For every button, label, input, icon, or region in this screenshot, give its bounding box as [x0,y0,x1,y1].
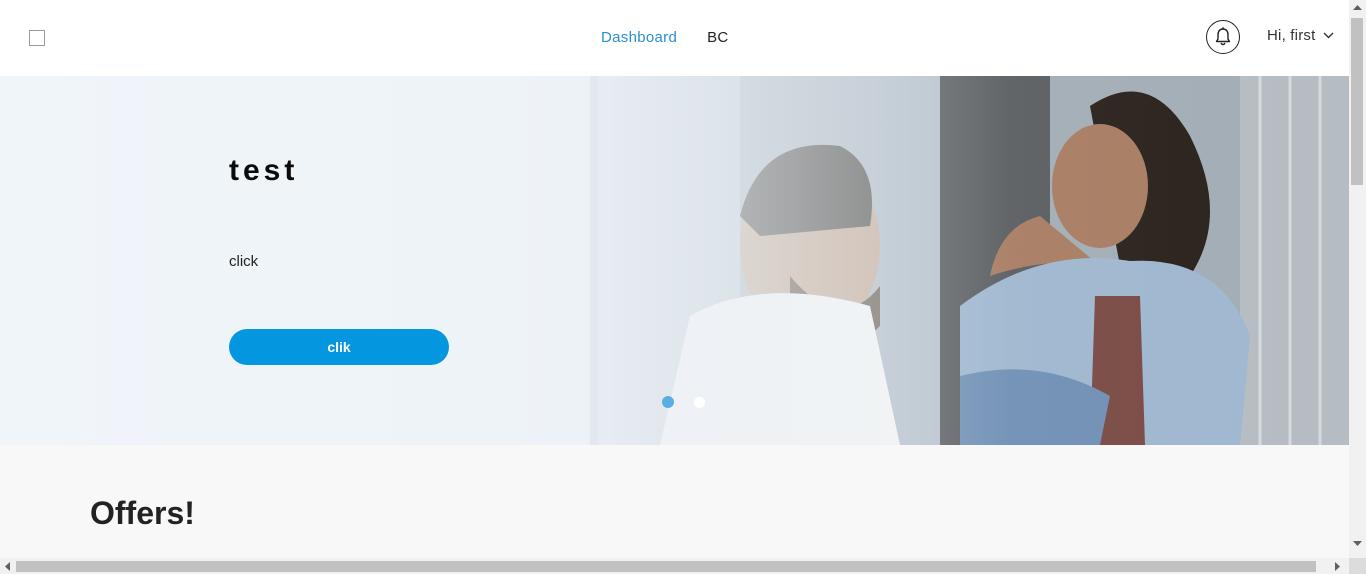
hero-carousel: test click clik [0,76,1349,445]
offers-title: Offers! [90,495,195,531]
chevron-down-icon [1323,32,1334,39]
bell-icon [1215,27,1231,46]
user-greeting: Hi, first [1267,27,1316,44]
notifications-button[interactable] [1206,20,1240,54]
hero-title: test [229,154,299,187]
top-header: Dashboard BC Hi, first [0,0,1349,76]
user-menu[interactable]: Hi, first [1267,27,1334,44]
logo-placeholder-icon[interactable] [29,30,45,46]
carousel-dot-1[interactable] [662,396,674,408]
scroll-left-icon[interactable] [4,562,10,571]
vertical-scroll-thumb[interactable] [1351,18,1363,185]
horizontal-scrollbar[interactable] [0,558,1349,574]
nav-bc[interactable]: BC [707,28,728,48]
offers-section: Offers! [0,445,1349,558]
horizontal-scroll-thumb[interactable] [16,561,1316,572]
scrollbar-corner [1349,558,1366,574]
nav-dashboard[interactable]: Dashboard [601,28,677,48]
hero-subtitle: click [229,253,259,270]
hero-overlay [0,76,1349,445]
scroll-down-icon[interactable] [1353,541,1362,547]
main-nav: Dashboard BC [601,28,729,48]
scroll-right-icon[interactable] [1335,562,1341,571]
scroll-up-icon[interactable] [1353,4,1362,10]
carousel-dot-2[interactable] [694,397,705,408]
vertical-scrollbar[interactable] [1349,0,1366,558]
hero-cta-button[interactable]: clik [229,329,449,365]
